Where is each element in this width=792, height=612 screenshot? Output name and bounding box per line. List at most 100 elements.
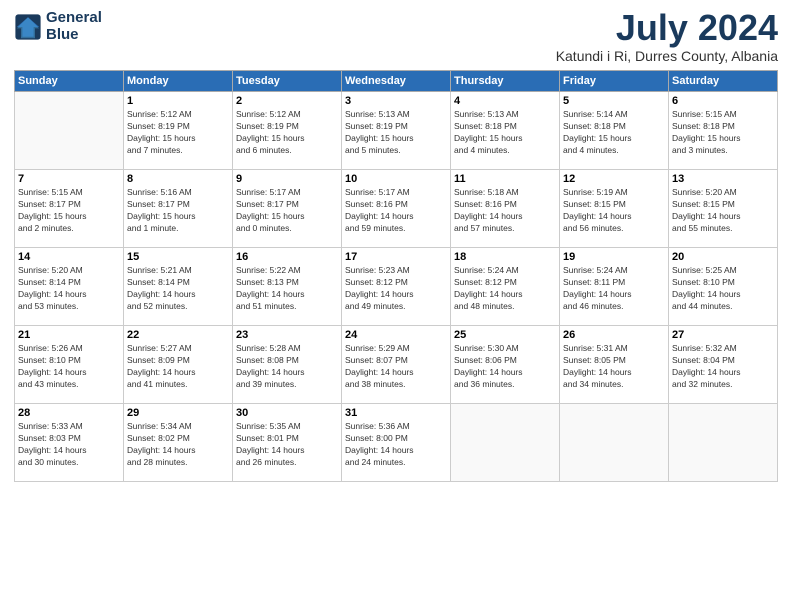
calendar-cell: 30 Sunrise: 5:35 AM Sunset: 8:01 PM Dayli… <box>233 404 342 482</box>
calendar-cell: 12 Sunrise: 5:19 AM Sunset: 8:15 PM Dayli… <box>560 170 669 248</box>
day-info: Sunrise: 5:27 AM Sunset: 8:09 PM Dayligh… <box>127 343 229 391</box>
day-info: Sunrise: 5:25 AM Sunset: 8:10 PM Dayligh… <box>672 265 774 313</box>
title-block: July 2024 Katundi i Ri, Durres County, A… <box>556 10 778 64</box>
calendar-cell <box>15 92 124 170</box>
day-info: Sunrise: 5:12 AM Sunset: 8:19 PM Dayligh… <box>127 109 229 157</box>
day-number: 29 <box>127 407 229 419</box>
day-number: 9 <box>236 173 338 185</box>
day-info: Sunrise: 5:13 AM Sunset: 8:19 PM Dayligh… <box>345 109 447 157</box>
day-info: Sunrise: 5:22 AM Sunset: 8:13 PM Dayligh… <box>236 265 338 313</box>
day-info: Sunrise: 5:35 AM Sunset: 8:01 PM Dayligh… <box>236 421 338 469</box>
day-number: 12 <box>563 173 665 185</box>
calendar-cell: 26 Sunrise: 5:31 AM Sunset: 8:05 PM Dayli… <box>560 326 669 404</box>
day-info: Sunrise: 5:20 AM Sunset: 8:14 PM Dayligh… <box>18 265 120 313</box>
calendar-cell <box>451 404 560 482</box>
day-info: Sunrise: 5:31 AM Sunset: 8:05 PM Dayligh… <box>563 343 665 391</box>
day-number: 2 <box>236 95 338 107</box>
calendar-cell: 21Sunrise: 5:26 AM Sunset: 8:10 PM Dayli… <box>15 326 124 404</box>
day-info: Sunrise: 5:18 AM Sunset: 8:16 PM Dayligh… <box>454 187 556 235</box>
day-info: Sunrise: 5:20 AM Sunset: 8:15 PM Dayligh… <box>672 187 774 235</box>
day-number: 13 <box>672 173 774 185</box>
day-number: 7 <box>18 173 120 185</box>
calendar-week-5: 28Sunrise: 5:33 AM Sunset: 8:03 PM Dayli… <box>15 404 778 482</box>
calendar-cell: 11 Sunrise: 5:18 AM Sunset: 8:16 PM Dayli… <box>451 170 560 248</box>
day-number: 22 <box>127 329 229 341</box>
calendar-week-1: 1 Sunrise: 5:12 AM Sunset: 8:19 PM Daylig… <box>15 92 778 170</box>
day-info: Sunrise: 5:34 AM Sunset: 8:02 PM Dayligh… <box>127 421 229 469</box>
calendar-cell: 4Sunrise: 5:13 AM Sunset: 8:18 PM Daylig… <box>451 92 560 170</box>
calendar-cell: 13 Sunrise: 5:20 AM Sunset: 8:15 PM Dayli… <box>669 170 778 248</box>
day-number: 8 <box>127 173 229 185</box>
logo: General Blue <box>14 10 102 43</box>
day-number: 26 <box>563 329 665 341</box>
day-number: 21 <box>18 329 120 341</box>
location-title: Katundi i Ri, Durres County, Albania <box>556 48 778 64</box>
calendar-cell: 25 Sunrise: 5:30 AM Sunset: 8:06 PM Dayli… <box>451 326 560 404</box>
weekday-header-monday: Monday <box>124 71 233 92</box>
logo-icon <box>14 13 42 41</box>
calendar-cell: 31 Sunrise: 5:36 AM Sunset: 8:00 PM Dayli… <box>342 404 451 482</box>
calendar-cell: 15 Sunrise: 5:21 AM Sunset: 8:14 PM Dayli… <box>124 248 233 326</box>
day-number: 14 <box>18 251 120 263</box>
calendar-cell: 23Sunrise: 5:28 AM Sunset: 8:08 PM Dayli… <box>233 326 342 404</box>
day-number: 10 <box>345 173 447 185</box>
day-info: Sunrise: 5:32 AM Sunset: 8:04 PM Dayligh… <box>672 343 774 391</box>
day-info: Sunrise: 5:24 AM Sunset: 8:12 PM Dayligh… <box>454 265 556 313</box>
weekday-header-saturday: Saturday <box>669 71 778 92</box>
calendar-cell: 6Sunrise: 5:15 AM Sunset: 8:18 PM Daylig… <box>669 92 778 170</box>
calendar-cell: 1 Sunrise: 5:12 AM Sunset: 8:19 PM Daylig… <box>124 92 233 170</box>
day-number: 23 <box>236 329 338 341</box>
day-number: 25 <box>454 329 556 341</box>
calendar-week-4: 21Sunrise: 5:26 AM Sunset: 8:10 PM Dayli… <box>15 326 778 404</box>
calendar-table: SundayMondayTuesdayWednesdayThursdayFrid… <box>14 70 778 482</box>
weekday-header-tuesday: Tuesday <box>233 71 342 92</box>
day-info: Sunrise: 5:23 AM Sunset: 8:12 PM Dayligh… <box>345 265 447 313</box>
day-info: Sunrise: 5:29 AM Sunset: 8:07 PM Dayligh… <box>345 343 447 391</box>
calendar-cell: 24Sunrise: 5:29 AM Sunset: 8:07 PM Dayli… <box>342 326 451 404</box>
calendar-cell <box>669 404 778 482</box>
calendar-cell: 28Sunrise: 5:33 AM Sunset: 8:03 PM Dayli… <box>15 404 124 482</box>
calendar-cell: 7 Sunrise: 5:15 AM Sunset: 8:17 PM Daylig… <box>15 170 124 248</box>
day-number: 5 <box>563 95 665 107</box>
calendar-cell: 27 Sunrise: 5:32 AM Sunset: 8:04 PM Dayli… <box>669 326 778 404</box>
day-number: 18 <box>454 251 556 263</box>
weekday-header-friday: Friday <box>560 71 669 92</box>
calendar-week-3: 14 Sunrise: 5:20 AM Sunset: 8:14 PM Dayli… <box>15 248 778 326</box>
month-title: July 2024 <box>556 10 778 46</box>
calendar-cell: 19Sunrise: 5:24 AM Sunset: 8:11 PM Dayli… <box>560 248 669 326</box>
day-info: Sunrise: 5:33 AM Sunset: 8:03 PM Dayligh… <box>18 421 120 469</box>
day-info: Sunrise: 5:14 AM Sunset: 8:18 PM Dayligh… <box>563 109 665 157</box>
page-header: General Blue July 2024 Katundi i Ri, Dur… <box>14 10 778 64</box>
day-number: 3 <box>345 95 447 107</box>
day-number: 30 <box>236 407 338 419</box>
day-info: Sunrise: 5:30 AM Sunset: 8:06 PM Dayligh… <box>454 343 556 391</box>
calendar-cell: 18 Sunrise: 5:24 AM Sunset: 8:12 PM Dayli… <box>451 248 560 326</box>
logo-text: General Blue <box>46 10 102 43</box>
day-number: 15 <box>127 251 229 263</box>
day-info: Sunrise: 5:21 AM Sunset: 8:14 PM Dayligh… <box>127 265 229 313</box>
calendar-week-2: 7 Sunrise: 5:15 AM Sunset: 8:17 PM Daylig… <box>15 170 778 248</box>
day-number: 17 <box>345 251 447 263</box>
calendar-cell: 3 Sunrise: 5:13 AM Sunset: 8:19 PM Daylig… <box>342 92 451 170</box>
day-info: Sunrise: 5:15 AM Sunset: 8:17 PM Dayligh… <box>18 187 120 235</box>
calendar-cell: 5 Sunrise: 5:14 AM Sunset: 8:18 PM Daylig… <box>560 92 669 170</box>
calendar-cell <box>560 404 669 482</box>
day-number: 4 <box>454 95 556 107</box>
day-number: 11 <box>454 173 556 185</box>
calendar-cell: 8Sunrise: 5:16 AM Sunset: 8:17 PM Daylig… <box>124 170 233 248</box>
calendar-cell: 20 Sunrise: 5:25 AM Sunset: 8:10 PM Dayli… <box>669 248 778 326</box>
day-number: 27 <box>672 329 774 341</box>
day-info: Sunrise: 5:36 AM Sunset: 8:00 PM Dayligh… <box>345 421 447 469</box>
day-info: Sunrise: 5:15 AM Sunset: 8:18 PM Dayligh… <box>672 109 774 157</box>
calendar-cell: 22 Sunrise: 5:27 AM Sunset: 8:09 PM Dayli… <box>124 326 233 404</box>
day-number: 31 <box>345 407 447 419</box>
calendar-cell: 14 Sunrise: 5:20 AM Sunset: 8:14 PM Dayli… <box>15 248 124 326</box>
day-info: Sunrise: 5:19 AM Sunset: 8:15 PM Dayligh… <box>563 187 665 235</box>
day-info: Sunrise: 5:12 AM Sunset: 8:19 PM Dayligh… <box>236 109 338 157</box>
day-info: Sunrise: 5:24 AM Sunset: 8:11 PM Dayligh… <box>563 265 665 313</box>
weekday-header-thursday: Thursday <box>451 71 560 92</box>
day-number: 20 <box>672 251 774 263</box>
weekday-header-wednesday: Wednesday <box>342 71 451 92</box>
calendar-cell: 16Sunrise: 5:22 AM Sunset: 8:13 PM Dayli… <box>233 248 342 326</box>
day-number: 1 <box>127 95 229 107</box>
